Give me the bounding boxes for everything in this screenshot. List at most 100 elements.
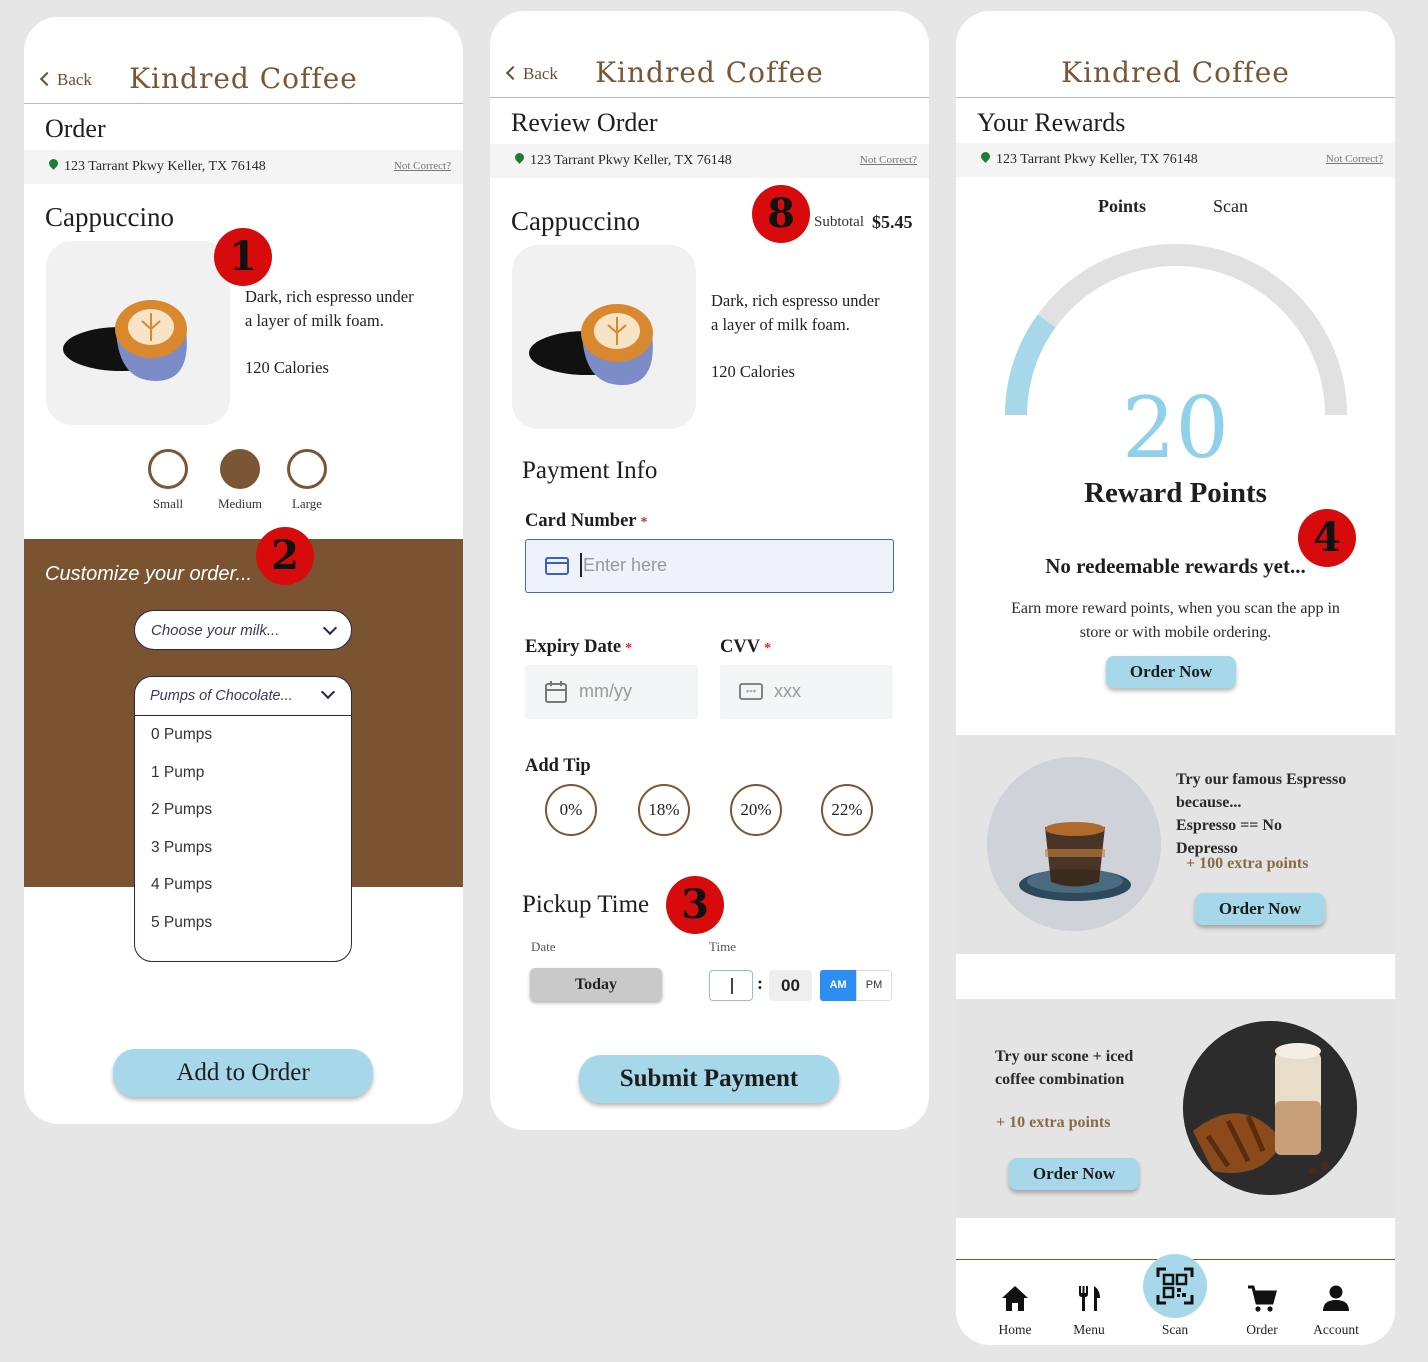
card-placeholder: Enter here xyxy=(583,555,668,575)
pump-option[interactable]: 4 Pumps xyxy=(135,866,351,904)
nav-menu[interactable]: Menu xyxy=(1054,1272,1124,1337)
location-pin-icon xyxy=(513,151,526,164)
card-number-input[interactable]: Enter here xyxy=(525,539,894,593)
payment-info-heading: Payment Info xyxy=(522,457,658,484)
scone-coffee-image xyxy=(1183,1021,1357,1195)
card-number-label-text: Card Number xyxy=(525,511,637,531)
size-large-label: Large xyxy=(291,496,323,511)
customize-heading: Customize your order... xyxy=(45,563,253,585)
milk-select-label: Choose your milk... xyxy=(151,622,280,639)
nav-order-label: Order xyxy=(1246,1322,1278,1337)
earn-description: Earn more reward points, when you scan t… xyxy=(956,597,1395,645)
size-small-radio[interactable] xyxy=(148,449,188,489)
nav-account-label: Account xyxy=(1313,1322,1359,1337)
nav-home[interactable]: Home xyxy=(980,1272,1050,1337)
location-pin-icon xyxy=(979,150,992,163)
tab-scan[interactable]: Scan xyxy=(1213,196,1248,217)
nav-account[interactable]: Account xyxy=(1301,1272,1371,1337)
chevron-down-icon xyxy=(320,684,336,700)
chocolate-dropdown[interactable]: Pumps of Chocolate... 0 Pumps 1 Pump 2 P… xyxy=(134,676,352,962)
add-to-order-button[interactable]: Add to Order xyxy=(113,1049,373,1097)
required-mark: * xyxy=(764,641,772,656)
espresso-image xyxy=(987,757,1161,931)
calories: 120 Calories xyxy=(245,358,329,377)
am-toggle[interactable]: AM xyxy=(820,970,856,1001)
promo-line: coffee combination xyxy=(995,1071,1125,1088)
text-cursor xyxy=(731,978,733,994)
not-correct-link[interactable]: Not Correct? xyxy=(1326,153,1383,165)
promo-line: Try our scone + iced xyxy=(995,1048,1134,1065)
address-bar: 123 Tarrant Pkwy Keller, TX 76148 Not Co… xyxy=(24,150,463,184)
cvv-card-icon: *** xyxy=(739,683,763,700)
pump-option[interactable]: 2 Pumps xyxy=(135,791,351,829)
tip-20-button[interactable]: 20% xyxy=(730,784,782,836)
no-rewards-text: No redeemable rewards yet... xyxy=(1045,554,1306,578)
cvv-label-text: CVV xyxy=(720,637,761,657)
header: Back Kindred Coffee xyxy=(490,11,929,98)
milk-select[interactable]: Choose your milk... xyxy=(134,610,352,650)
pump-option[interactable]: 1 Pump xyxy=(135,754,351,792)
bottom-nav: Home Menu Scan Order Account xyxy=(956,1254,1395,1345)
required-mark: * xyxy=(640,515,648,530)
annotation-badge-3: 3 xyxy=(666,876,724,934)
pump-option[interactable]: 5 Pumps xyxy=(135,904,351,942)
brand-logo: Kindred Coffee xyxy=(1061,56,1290,89)
size-small-label: Small xyxy=(152,496,184,511)
page-title: Order xyxy=(45,114,106,143)
submit-payment-button[interactable]: Submit Payment xyxy=(579,1055,839,1103)
order-now-button[interactable]: Order Now xyxy=(1106,656,1236,688)
pm-toggle[interactable]: PM xyxy=(856,970,892,1001)
product-name: Cappuccino xyxy=(45,202,174,232)
chocolate-select[interactable]: Pumps of Chocolate... xyxy=(135,677,351,716)
subtotal-label: Subtotal xyxy=(814,214,865,230)
address-bar: 123 Tarrant Pkwy Keller, TX 76148 Not Co… xyxy=(490,144,929,178)
location-pin-icon xyxy=(47,157,60,170)
pump-option[interactable]: 0 Pumps xyxy=(135,716,351,754)
not-correct-link[interactable]: Not Correct? xyxy=(394,160,451,172)
promo-line: Espresso == No xyxy=(1176,817,1282,834)
desc-line-1: Dark, rich espresso under xyxy=(711,291,880,310)
time-colon: : xyxy=(757,973,763,993)
expiry-input[interactable]: mm/yy xyxy=(525,665,698,719)
minute-input[interactable]: 00 xyxy=(769,970,812,1001)
order-now-button[interactable]: Order Now xyxy=(1195,893,1325,925)
tip-0-button[interactable]: 0% xyxy=(545,784,597,836)
hour-input[interactable] xyxy=(709,970,753,1001)
tip-18-button[interactable]: 18% xyxy=(638,784,690,836)
address-text: 123 Tarrant Pkwy Keller, TX 76148 xyxy=(64,159,266,174)
tab-points[interactable]: Points xyxy=(1098,196,1146,217)
size-large-radio[interactable] xyxy=(287,449,327,489)
home-icon xyxy=(1002,1286,1028,1311)
earn-line-2: store or with mobile ordering. xyxy=(1079,624,1272,641)
espresso-promo: Try our famous Espresso because... Espre… xyxy=(956,735,1395,954)
brand-logo: Kindred Coffee xyxy=(129,62,358,95)
earn-line-1: Earn more reward points, when you scan t… xyxy=(1011,600,1340,617)
credit-card-icon xyxy=(545,557,569,575)
cvv-input[interactable]: *** xxx xyxy=(720,665,893,719)
annotation-badge-8: 8 xyxy=(752,185,810,243)
add-tip-label: Add Tip xyxy=(525,756,591,776)
svg-text:***: *** xyxy=(746,689,757,697)
pump-option[interactable]: 3 Pumps xyxy=(135,829,351,867)
chocolate-select-label: Pumps of Chocolate... xyxy=(150,688,293,704)
scone-promo-text: Try our scone + iced coffee combination xyxy=(995,1045,1133,1091)
account-icon xyxy=(1323,1285,1349,1311)
nav-scan-label: Scan xyxy=(1161,1322,1189,1337)
brand-logo: Kindred Coffee xyxy=(595,56,824,89)
date-label: Date xyxy=(531,939,556,954)
order-now-button[interactable]: Order Now xyxy=(1009,1158,1139,1190)
calories: 120 Calories xyxy=(711,362,795,381)
page-title: Review Order xyxy=(511,108,658,137)
utensils-icon xyxy=(1079,1286,1100,1311)
scan-button-circle xyxy=(1143,1254,1207,1318)
nav-order[interactable]: Order xyxy=(1227,1272,1297,1337)
tip-22-button[interactable]: 22% xyxy=(821,784,873,836)
scone-promo: Try our scone + iced coffee combination … xyxy=(956,999,1395,1218)
product-description: Dark, rich espresso under a layer of mil… xyxy=(245,285,414,380)
header: Kindred Coffee xyxy=(956,11,1395,98)
date-today-button[interactable]: Today xyxy=(530,968,662,1001)
not-correct-link[interactable]: Not Correct? xyxy=(860,154,917,166)
pickup-time-heading: Pickup Time xyxy=(522,891,650,918)
cappuccino-image xyxy=(512,245,696,429)
size-medium-radio[interactable] xyxy=(220,449,260,489)
